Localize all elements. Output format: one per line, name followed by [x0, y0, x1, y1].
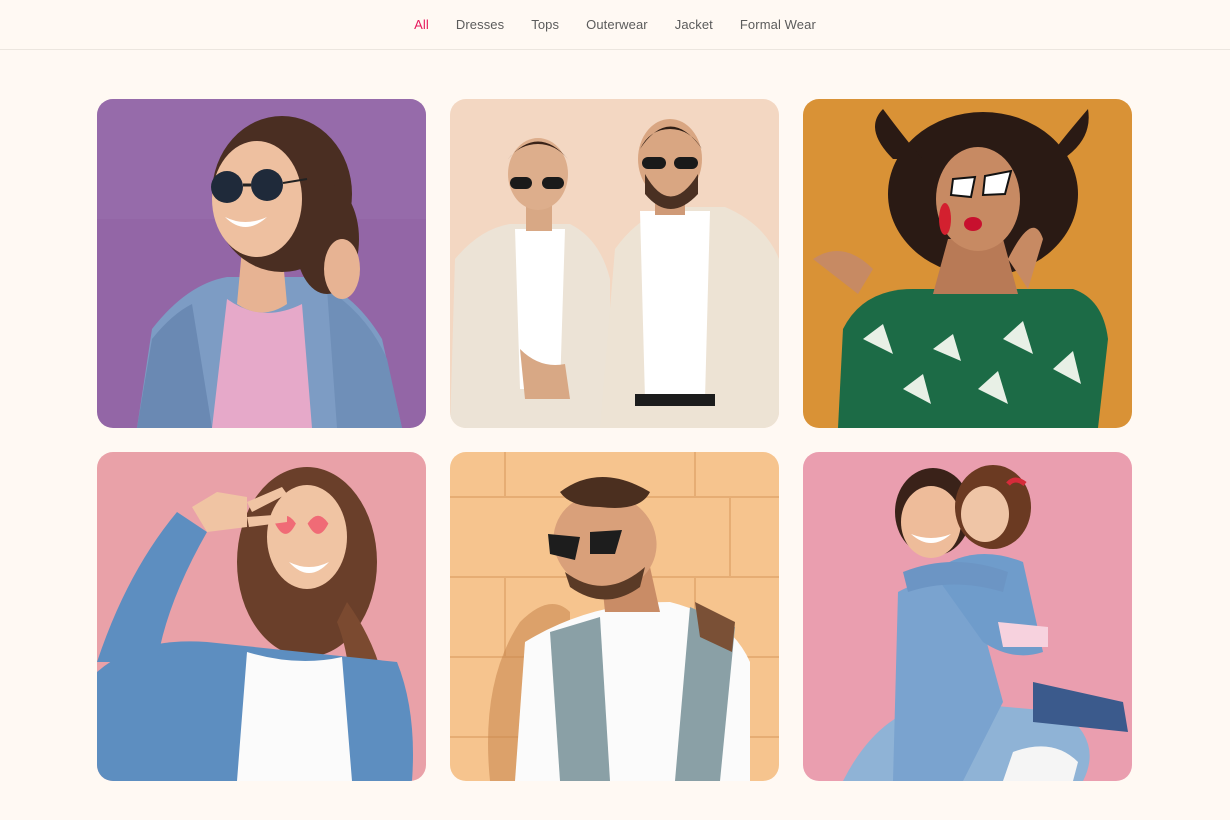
photo-gallery-grid: [97, 99, 1132, 781]
filter-tab-all[interactable]: All: [401, 17, 443, 32]
photo-image: [803, 452, 1132, 781]
photo-image: [450, 452, 779, 781]
filter-tab-dresses[interactable]: Dresses: [442, 17, 517, 32]
gallery-photo-two-men-suits[interactable]: [450, 99, 779, 428]
filter-tab-tops[interactable]: Tops: [518, 17, 573, 32]
photo-image: [97, 99, 426, 428]
filter-tab-outerwear[interactable]: Outerwear: [573, 17, 662, 32]
photo-image: [803, 99, 1132, 428]
filter-tab-formal-wear[interactable]: Formal Wear: [726, 17, 829, 32]
filter-tab-jacket[interactable]: Jacket: [661, 17, 726, 32]
gallery-photo-woman-denim-sunglasses[interactable]: [97, 99, 426, 428]
photo-image: [450, 99, 779, 428]
filter-tab-list: All Dresses Tops Outerwear Jacket Formal…: [401, 17, 830, 32]
gallery-photo-woman-green-floral-top[interactable]: [803, 99, 1132, 428]
gallery-photo-mother-daughter-hug[interactable]: [803, 452, 1132, 781]
photo-image: [97, 452, 426, 781]
gallery-photo-man-yellow-wall[interactable]: [450, 452, 779, 781]
gallery-photo-woman-heart-sunglasses[interactable]: [97, 452, 426, 781]
category-filter-bar: All Dresses Tops Outerwear Jacket Formal…: [0, 0, 1230, 50]
